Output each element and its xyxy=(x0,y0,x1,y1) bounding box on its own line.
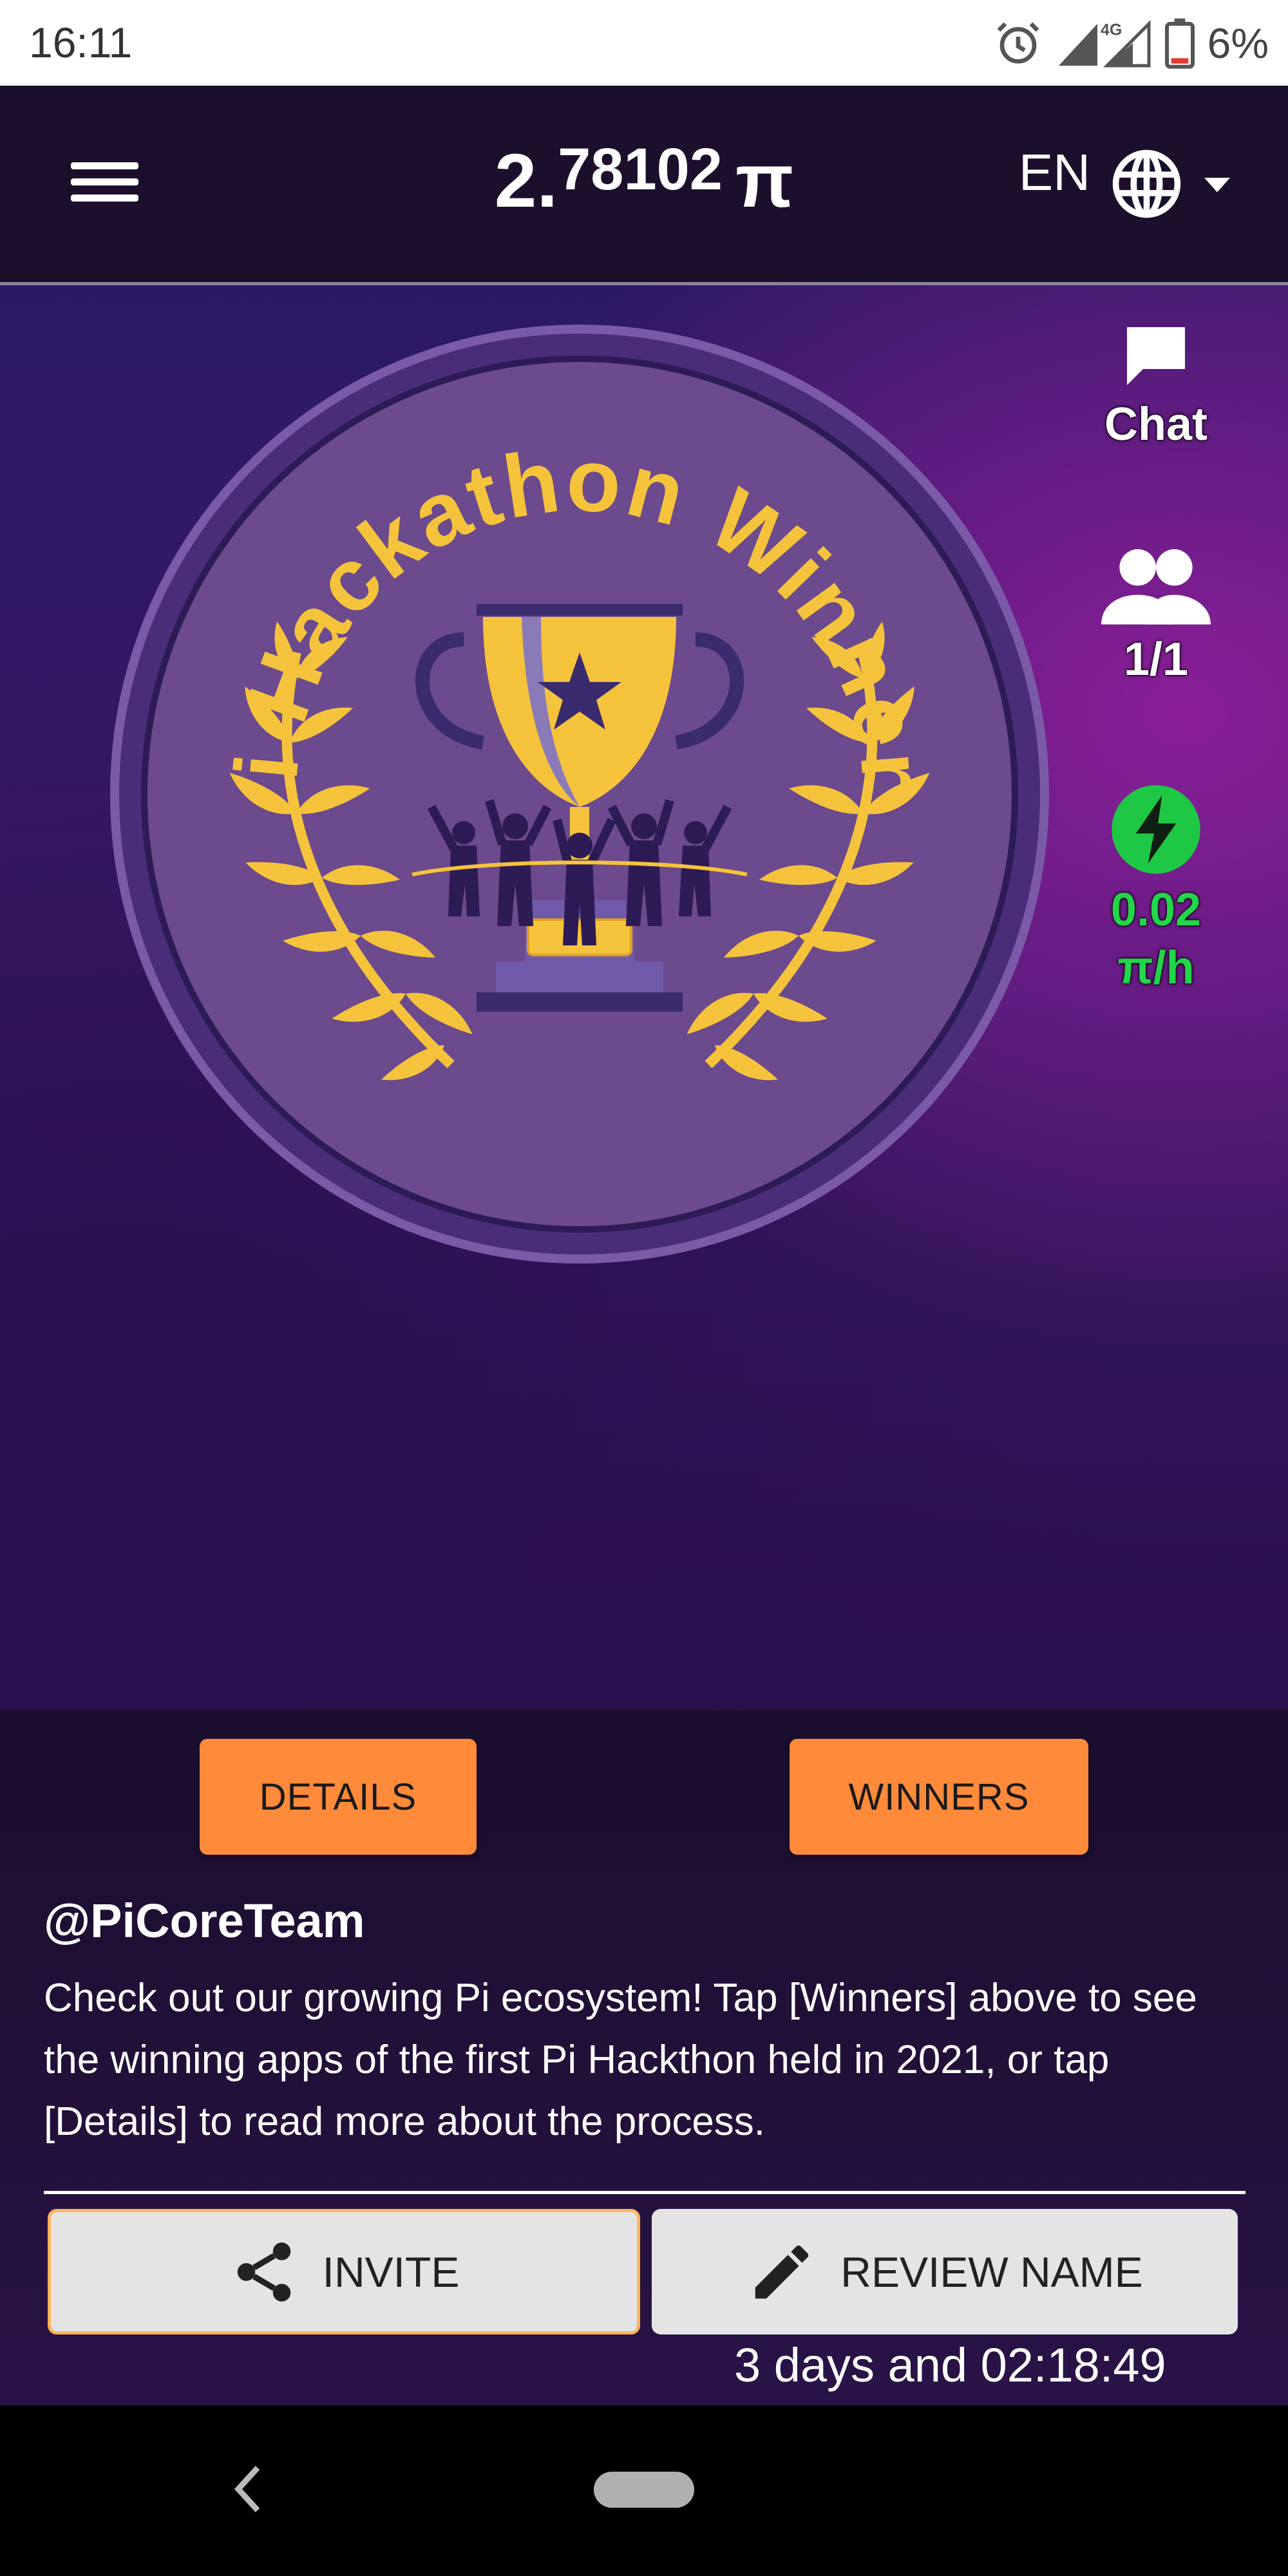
status-bar: 16:11 4G 6% xyxy=(0,0,1288,86)
alarm-icon xyxy=(997,22,1039,64)
balance-whole: 2. xyxy=(494,138,558,223)
chevron-down-icon xyxy=(1204,177,1230,192)
language-selector[interactable]: EN xyxy=(1019,144,1236,221)
home-pill-button[interactable] xyxy=(594,2472,694,2508)
mining-button[interactable]: 0.02 π/h xyxy=(1092,781,1220,997)
share-icon xyxy=(237,2242,290,2302)
hackathon-badge-image: Pi Hackathon Winners xyxy=(103,317,1049,1264)
invite-button[interactable]: INVITE xyxy=(48,2209,640,2334)
announcement-panel: DETAILS WINNERS @PiCoreTeam Check out ou… xyxy=(0,1710,1288,2405)
pi-symbol: π xyxy=(735,138,794,223)
details-button[interactable]: DETAILS xyxy=(200,1739,477,1855)
system-nav-bar xyxy=(0,2405,1288,2576)
group-icon xyxy=(1101,549,1211,625)
lightning-icon xyxy=(1112,785,1200,874)
countdown-timer: 3 days and 02:18:49 xyxy=(734,2338,1166,2392)
status-time: 16:11 xyxy=(29,19,133,66)
security-circle-button[interactable]: 1/1 xyxy=(1092,546,1220,686)
signal-icon: 4G xyxy=(1058,19,1151,68)
review-name-button[interactable]: REVIEW NAME xyxy=(652,2209,1238,2334)
balance-fraction: 78102 xyxy=(558,137,723,202)
mining-unit: π/h xyxy=(1117,942,1195,994)
pencil-icon xyxy=(755,2245,809,2298)
invite-label: INVITE xyxy=(322,2248,460,2296)
chat-button[interactable]: Chat xyxy=(1092,317,1220,451)
divider xyxy=(44,2191,1245,2194)
review-name-label: REVIEW NAME xyxy=(840,2248,1143,2296)
chat-icon xyxy=(1127,327,1185,385)
winners-button[interactable]: WINNERS xyxy=(790,1739,1088,1855)
status-icons: 4G 6% xyxy=(992,14,1269,72)
team-count: 1/1 xyxy=(1123,634,1189,685)
battery-percent: 6% xyxy=(1207,19,1269,67)
announcement-message: Check out our growing Pi ecosystem! Tap … xyxy=(44,1976,1197,2144)
app-header: 2.78102 π EN xyxy=(0,86,1288,285)
chat-label: Chat xyxy=(1104,399,1208,450)
back-icon[interactable] xyxy=(229,2460,267,2518)
announcement-author: @PiCoreTeam xyxy=(44,1894,365,1947)
battery-icon xyxy=(1164,18,1195,69)
language-code: EN xyxy=(1018,143,1090,201)
hackathon-banner: Pi Hackathon Winners xyxy=(0,285,1288,1710)
network-type: 4G xyxy=(1101,21,1122,39)
globe-icon xyxy=(1112,149,1181,218)
mining-rate: 0.02 xyxy=(1110,884,1202,936)
